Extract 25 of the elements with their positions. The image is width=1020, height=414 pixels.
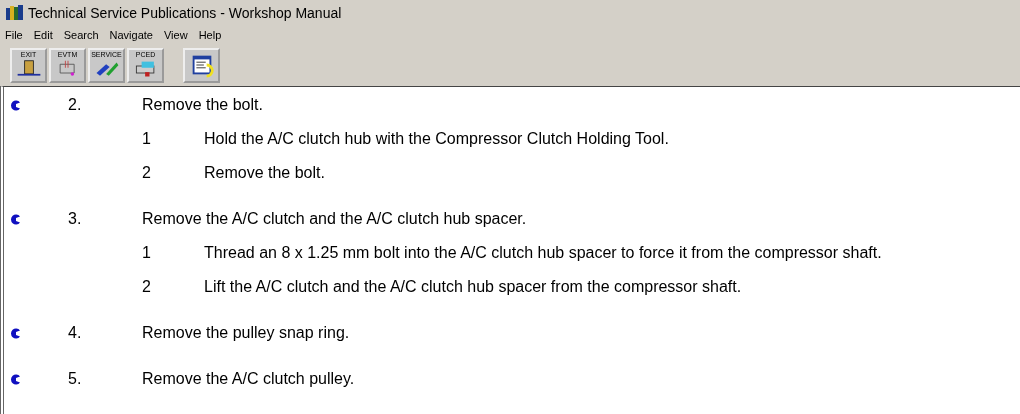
substep-text: Remove the bolt. bbox=[204, 164, 326, 182]
menu-item[interactable]: Search bbox=[63, 28, 99, 41]
step-number: 2. bbox=[68, 96, 83, 114]
window-title: Technical Service Publications - Workshop Manual bbox=[28, 4, 342, 21]
step-number: 5. bbox=[68, 370, 83, 388]
step-text: Remove the A/C clutch pulley. bbox=[142, 370, 356, 388]
step-text: Remove the A/C clutch and the A/C clutch hub spacer. bbox=[142, 210, 528, 228]
substep-number: 2 bbox=[142, 164, 152, 182]
menu-item[interactable]: Edit bbox=[33, 28, 53, 41]
substep-text: Lift the A/C clutch and the A/C clutch hub spacer from the compressor shaft. bbox=[204, 278, 743, 296]
substep-number: 1 bbox=[142, 130, 152, 148]
step-number: 3. bbox=[68, 210, 83, 228]
menu-item[interactable]: File bbox=[5, 28, 23, 41]
step-number: 4. bbox=[68, 324, 83, 342]
menu-item[interactable]: Navigate bbox=[109, 28, 153, 41]
substep-text: Hold the A/C clutch hub with the Compressor Clutch Holding Tool. bbox=[204, 130, 670, 148]
menu-item[interactable]: View bbox=[164, 28, 188, 41]
step-text: Remove the bolt. bbox=[142, 96, 264, 114]
document-button[interactable] bbox=[183, 47, 220, 83]
books-icon bbox=[6, 5, 23, 20]
substep-text: Thread an 8 x 1.25 mm bolt into the A/C clutch hub spacer to force it from the compressor shaft. bbox=[204, 244, 883, 262]
substep-number: 2 bbox=[142, 278, 152, 296]
menu-item[interactable]: Help bbox=[198, 28, 222, 41]
substep-number: 1 bbox=[142, 244, 152, 262]
step-text: Remove the pulley snap ring. bbox=[142, 324, 351, 342]
